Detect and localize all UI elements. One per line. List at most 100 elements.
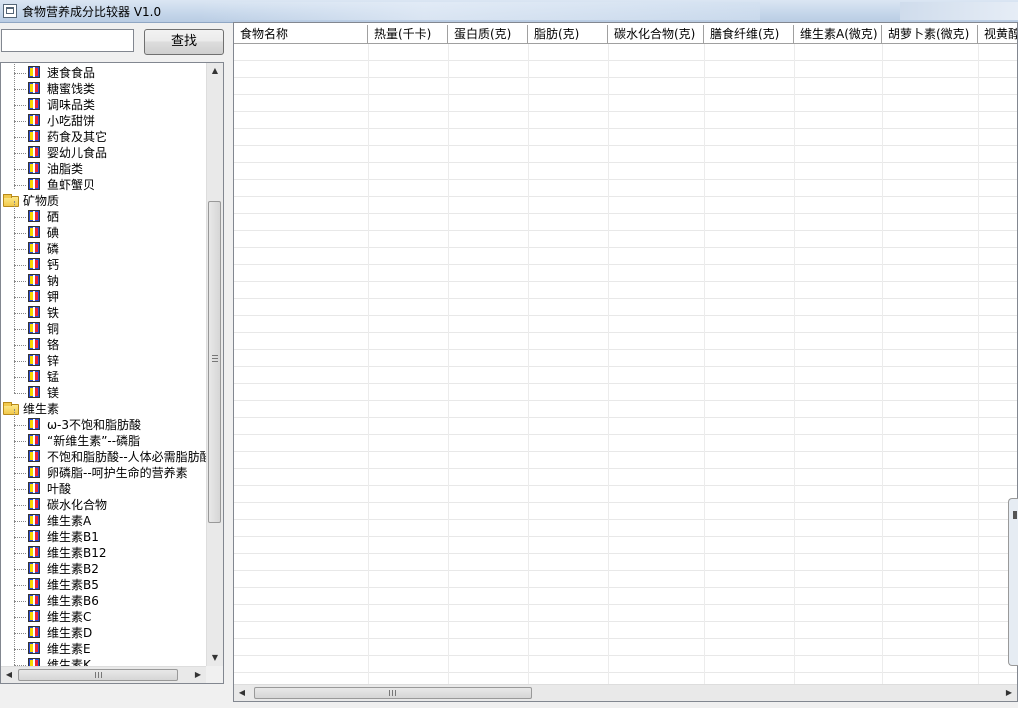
tree-item-label: 钠	[47, 274, 60, 288]
search-input[interactable]	[1, 29, 134, 52]
tree-item[interactable]: 镁	[1, 385, 206, 401]
search-button[interactable]: 查找	[144, 29, 224, 55]
tree-item[interactable]: 不饱和脂肪酸--人体必需脂肪酸	[1, 449, 212, 465]
table-icon	[28, 242, 40, 254]
tree-item[interactable]: 钠	[1, 273, 206, 289]
tree-item-label: 钾	[47, 290, 60, 304]
title-bar: 食物营养成分比较器 V1.0	[0, 0, 1018, 23]
table-icon	[28, 210, 40, 222]
scroll-thumb[interactable]	[18, 669, 178, 681]
tree-item[interactable]: 维生素B1	[1, 529, 206, 545]
tree-item[interactable]: 鱼虾蟹贝	[1, 177, 206, 193]
tree-item[interactable]: 维生素C	[1, 609, 206, 625]
tree-item[interactable]: 碘	[1, 225, 206, 241]
arrow-left-icon[interactable]: ◀	[1, 667, 17, 683]
column-header[interactable]: 膳食纤维(克)	[704, 25, 794, 43]
tree-item[interactable]: 钙	[1, 257, 206, 273]
tree-item-label: 磷	[47, 242, 60, 256]
column-header[interactable]: 维生素A(微克)	[794, 25, 882, 43]
table-body[interactable]	[234, 44, 1017, 684]
nutrition-table[interactable]: 食物名称 热量(千卡) 蛋白质(克) 脂肪(克) 碳水化合物(克) 膳食纤维(克) 维生素A…	[233, 22, 1018, 702]
tree-item[interactable]: 维生素D	[1, 625, 206, 641]
scroll-thumb[interactable]	[254, 687, 532, 699]
tree-connector	[14, 489, 26, 490]
table-icon	[28, 66, 40, 78]
tree-item[interactable]: 硒	[1, 209, 206, 225]
tree-item[interactable]: 碳水化合物	[1, 497, 206, 513]
tree-item[interactable]: 维生素E	[1, 641, 206, 657]
tree-item[interactable]: 维生素A	[1, 513, 206, 529]
arrow-left-icon[interactable]: ◀	[234, 685, 250, 701]
tree-connector	[14, 265, 26, 266]
tree-vertical-scrollbar[interactable]: ▲ ▼	[206, 63, 223, 666]
table-icon	[28, 562, 40, 574]
tree-connector	[14, 649, 26, 650]
tree-item-label: 碘	[47, 226, 60, 240]
tree-connector	[14, 63, 15, 189]
column-header[interactable]: 热量(千卡)	[368, 25, 448, 43]
table-icon	[28, 626, 40, 638]
tree-category[interactable]: 矿物质	[1, 193, 206, 209]
tree-item[interactable]: 钾	[1, 289, 206, 305]
tree-connector	[14, 89, 26, 90]
tree-item[interactable]: 锌	[1, 353, 206, 369]
table-icon	[28, 578, 40, 590]
tree-item[interactable]: 糖蜜饯类	[1, 81, 206, 97]
arrow-up-icon[interactable]: ▲	[207, 63, 223, 79]
tree-item-label: 婴幼儿食品	[47, 146, 108, 160]
column-header[interactable]: 视黄醇	[978, 25, 1017, 43]
table-icon	[28, 130, 40, 142]
tree-item[interactable]: 铜	[1, 321, 206, 337]
column-divider	[608, 44, 609, 684]
column-header[interactable]: 脂肪(克)	[528, 25, 608, 43]
tree-item[interactable]: 维生素B5	[1, 577, 206, 593]
table-icon	[28, 274, 40, 286]
tree-item[interactable]: 速食食品	[1, 65, 206, 81]
tree-item-label: 速食食品	[47, 66, 96, 80]
tree-category[interactable]: 维生素	[1, 401, 206, 417]
tree-item-label: 钙	[47, 258, 60, 272]
window-title: 食物营养成分比较器 V1.0	[22, 5, 162, 19]
tree-item[interactable]: 叶酸	[1, 481, 206, 497]
tree-item[interactable]: 小吃甜饼	[1, 113, 206, 129]
tree-item[interactable]: “新维生素”--磷脂	[1, 433, 206, 449]
tree-connector	[14, 537, 26, 538]
tree-item-label: 维生素D	[47, 626, 93, 640]
tree-item-label: 糖蜜饯类	[47, 82, 96, 96]
tree-connector	[14, 153, 26, 154]
tree-item[interactable]: 调味品类	[1, 97, 206, 113]
table-horizontal-scrollbar[interactable]: ◀ ▶	[234, 684, 1017, 701]
tree-item[interactable]: 维生素B6	[1, 593, 206, 609]
column-header[interactable]: 蛋白质(克)	[448, 25, 528, 43]
table-icon	[28, 306, 40, 318]
arrow-right-icon[interactable]: ▶	[190, 667, 206, 683]
table-icon	[28, 610, 40, 622]
tree-item[interactable]: 维生素B12	[1, 545, 206, 561]
arrow-right-icon[interactable]: ▶	[1001, 685, 1017, 701]
tree-item-label: 镁	[47, 386, 60, 400]
tree-item[interactable]: 油脂类	[1, 161, 206, 177]
tree-item[interactable]: 锰	[1, 369, 206, 385]
tree-item[interactable]: 磷	[1, 241, 206, 257]
arrow-down-icon[interactable]: ▼	[207, 650, 223, 666]
tree-horizontal-scrollbar[interactable]: ◀ ▶	[1, 666, 206, 683]
tree-item[interactable]: 铬	[1, 337, 206, 353]
column-divider	[368, 44, 369, 684]
tree-item[interactable]: 药食及其它	[1, 129, 206, 145]
column-header[interactable]: 食物名称	[234, 25, 368, 43]
table-icon	[28, 514, 40, 526]
column-header[interactable]: 碳水化合物(克)	[608, 25, 704, 43]
side-panel-tab[interactable]	[1008, 498, 1018, 666]
category-tree[interactable]: 速食食品糖蜜饯类 调味品类 小吃甜饼 药食及其它 婴幼儿食品 油脂类 鱼虾蟹贝 矿物质硒碘磷钙…	[0, 62, 224, 684]
table-icon	[28, 594, 40, 606]
tree-item[interactable]: 维生素B2	[1, 561, 206, 577]
column-header[interactable]: 胡萝卜素(微克)	[882, 25, 978, 43]
tree-item[interactable]: ω-3不饱和脂肪酸	[1, 417, 206, 433]
tree-item[interactable]: 卵磷脂--呵护生命的营养素	[1, 465, 206, 481]
tree-item[interactable]: 婴幼儿食品	[1, 145, 206, 161]
column-divider	[882, 44, 883, 684]
scroll-thumb[interactable]	[208, 201, 221, 523]
tree-item[interactable]: 铁	[1, 305, 206, 321]
tree-connector	[14, 409, 15, 681]
app-icon[interactable]	[3, 4, 17, 18]
